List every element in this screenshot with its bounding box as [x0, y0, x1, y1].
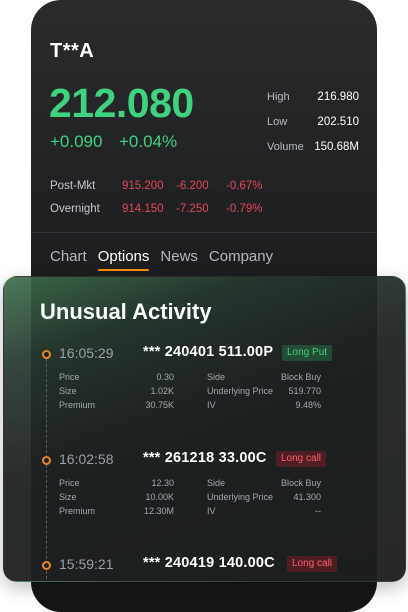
overnight-row: Overnight 914.150 -7.250 -0.79%: [50, 203, 262, 215]
tab-news[interactable]: News: [160, 248, 198, 265]
last-price: 212.080: [49, 80, 194, 126]
entry-contract: *** 240401 511.00P: [143, 344, 274, 360]
timeline-dot-icon: [42, 561, 51, 570]
timeline-line: [46, 359, 47, 579]
ext-price: 914.150: [122, 203, 164, 215]
ext-label: Post-Mkt: [50, 180, 96, 192]
tab-chart[interactable]: Chart: [50, 248, 87, 265]
detail-label: IV: [207, 506, 216, 516]
detail-label: Underlying Price: [207, 386, 274, 396]
detail-label: Size: [59, 386, 77, 396]
price-change-percent: +0.04%: [119, 132, 178, 151]
stat-value: 202.510: [317, 115, 359, 128]
stat-low: Low 202.510: [267, 109, 359, 134]
detail-label: IV: [207, 400, 216, 410]
ext-change: -7.250: [176, 203, 209, 215]
detail-value: 12.30M: [143, 506, 174, 516]
entry-contract: *** 261218 33.00C: [143, 450, 267, 466]
price-change: +0.090: [50, 132, 103, 151]
ticker-symbol: T**A: [50, 40, 95, 62]
detail-label: Price: [59, 372, 80, 382]
quote-stats: High 216.980 Low 202.510 Volume 150.68M: [267, 84, 359, 159]
detail-label: Underlying Price: [207, 492, 274, 502]
detail-label: Side: [207, 478, 226, 488]
ext-price: 915.200: [122, 180, 164, 192]
timeline-dot-icon: [42, 350, 51, 359]
detail-label: Premium: [59, 400, 96, 410]
detail-label: Premium: [59, 506, 96, 516]
stat-value: 216.980: [317, 90, 359, 103]
timeline-dot-icon: [42, 456, 51, 465]
detail-value: 9.48%: [295, 400, 321, 410]
post-market-row: Post-Mkt 915.200 -6.200 -0.67%: [50, 180, 262, 192]
detail-value: 519.770: [288, 386, 321, 396]
tab-options[interactable]: Options: [97, 248, 149, 271]
ext-change-percent: -0.79%: [226, 203, 263, 215]
detail-value: --: [315, 506, 321, 516]
detail-value: 12.30: [151, 478, 174, 488]
entry-badge: Long call: [287, 556, 338, 572]
detail-value: 1.02K: [150, 386, 174, 396]
detail-value: Block Buy: [280, 372, 321, 382]
tab-divider: [31, 232, 377, 233]
stat-label: Low: [267, 115, 288, 128]
stat-volume: Volume 150.68M: [267, 134, 359, 159]
detail-label: Side: [207, 372, 226, 382]
card-title: Unusual Activity: [40, 299, 212, 324]
entry-badge: Long Put: [282, 345, 333, 361]
detail-label: Price: [59, 478, 80, 488]
entry-contract: *** 240419 140.00C: [143, 555, 275, 571]
detail-value: 41.300: [293, 492, 321, 502]
detail-value: Block Buy: [280, 478, 321, 488]
entry-time: 16:05:29: [59, 345, 114, 361]
ext-label: Overnight: [50, 203, 100, 215]
stat-label: High: [267, 90, 290, 103]
stat-label: Volume: [267, 140, 304, 153]
detail-label: Size: [59, 492, 77, 502]
entry-time: 15:59:21: [59, 556, 114, 572]
stat-high: High 216.980: [267, 84, 359, 109]
detail-value: 30.75K: [145, 400, 174, 410]
ext-change: -6.200: [176, 180, 209, 192]
detail-value: 0.30: [156, 372, 174, 382]
entry-badge: Long call: [276, 451, 327, 467]
unusual-activity-card: Unusual Activity 16:05:29 *** 240401 511…: [3, 276, 406, 582]
ext-change-percent: -0.67%: [226, 180, 263, 192]
tab-company[interactable]: Company: [209, 248, 273, 265]
tab-bar: Chart Options News Company: [50, 248, 273, 271]
stat-value: 150.68M: [314, 140, 359, 153]
detail-value: 10.00K: [145, 492, 174, 502]
entry-time: 16:02:58: [59, 451, 114, 467]
